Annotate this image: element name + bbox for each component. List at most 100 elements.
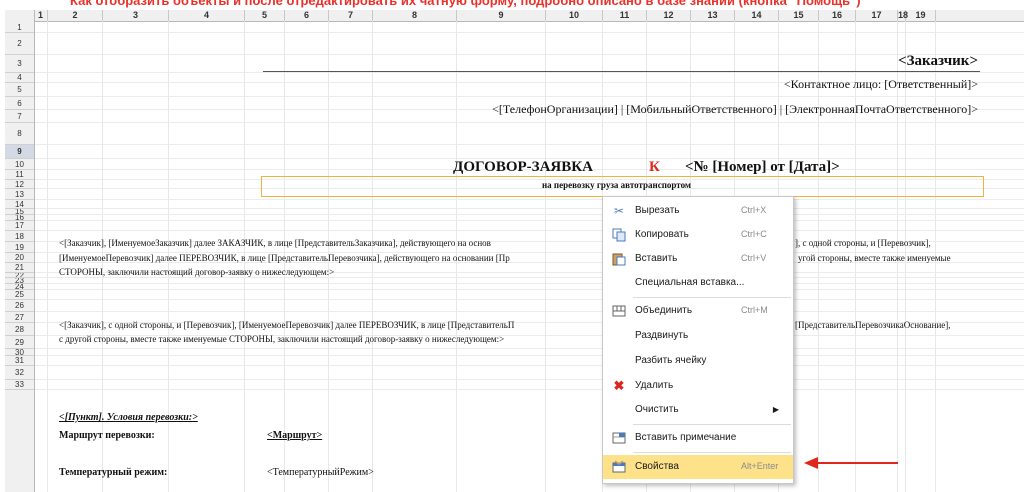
row-header[interactable]: 9 (5, 145, 34, 159)
menu-item-label: Свойства (635, 461, 679, 472)
para1-line2-left[interactable]: [ИменуемоеПеревозчик] далее ПЕРЕВОЗЧИК, … (59, 253, 510, 263)
para1-line2-right[interactable]: угой стороны, вместе также именуемые (798, 253, 951, 263)
row-header[interactable]: 25 (5, 290, 34, 300)
grid-row-line (34, 348, 1024, 349)
temp-value[interactable]: <ТемпературныйРежим> (267, 467, 374, 478)
merge-cells-icon (612, 304, 626, 318)
row-header[interactable]: 28 (5, 323, 34, 336)
route-label[interactable]: Маршрут перевозки: (59, 430, 155, 441)
menu-item-label: Удалить (635, 380, 674, 391)
temp-label[interactable]: Температурный режим: (59, 467, 167, 478)
row-header[interactable]: 13 (5, 189, 34, 200)
menu-item-insert-comment[interactable]: Вставить примечание (603, 426, 793, 450)
column-header[interactable]: 17 (856, 10, 898, 21)
para1-line1-right[interactable]: ], с одной стороны, и [Перевозчик], (795, 238, 931, 248)
row-header[interactable]: 8 (5, 123, 34, 145)
row-header[interactable]: 6 (5, 97, 34, 110)
header-underline (263, 71, 980, 72)
para1-line3[interactable]: СТОРОНЫ, заключили настоящий договор-зая… (59, 267, 334, 277)
row-header[interactable]: 20 (5, 253, 34, 263)
para2-line1-left[interactable]: <[Заказчик], с одной стороны, и [Перевоз… (59, 320, 514, 330)
menu-item-paste-special[interactable]: Специальная вставка... (603, 271, 793, 295)
column-header[interactable]: 10 (546, 10, 603, 21)
contract-number[interactable]: <№ [Номер] от [Дата]> (685, 159, 840, 176)
row-header[interactable]: 17 (5, 221, 34, 231)
para1-line1-left[interactable]: <[Заказчик], [ИменуемоеЗаказчик] далее З… (59, 238, 491, 248)
grid-row-line (34, 379, 1024, 380)
menu-item-split-cell[interactable]: Разбить ячейку (603, 349, 793, 373)
grid-column-line (545, 21, 546, 492)
column-header[interactable]: 9 (457, 10, 546, 21)
menu-item-clear[interactable]: Очистить ▶ (603, 398, 793, 422)
grid-row-line (34, 72, 1024, 73)
column-header[interactable]: 4 (169, 10, 245, 21)
column-header[interactable]: 13 (691, 10, 735, 21)
row-header[interactable]: 33 (5, 380, 34, 390)
para2-line1-right[interactable]: [ПредставительПеревозчикаОснование], (795, 320, 951, 330)
column-header[interactable]: 18 (898, 10, 908, 21)
banner-text: Как отобразить объекты и после отредакти… (70, 0, 861, 8)
menu-item-split-apart[interactable]: Раздвинуть (603, 324, 793, 348)
row-header[interactable]: 5 (5, 83, 34, 97)
row-header[interactable]: 7 (5, 110, 34, 123)
column-header[interactable]: 12 (647, 10, 691, 21)
row-header[interactable]: 31 (5, 356, 34, 366)
grid-row-line (34, 220, 1024, 221)
row-header[interactable]: 32 (5, 366, 34, 380)
route-value[interactable]: <Маршрут> (267, 430, 322, 441)
column-header[interactable]: 1 (34, 10, 48, 21)
menu-item-copy[interactable]: Копировать Ctrl+C (603, 223, 793, 247)
comment-icon (612, 431, 626, 445)
menu-item-label: Раздвинуть (635, 330, 689, 341)
row-header[interactable]: 1 (5, 22, 34, 33)
menu-item-paste[interactable]: Вставить Ctrl+V (603, 247, 793, 271)
grid-row-line (34, 230, 1024, 231)
row-header[interactable]: 30 (5, 349, 34, 356)
row-header[interactable]: 10 (5, 159, 34, 170)
menu-item-cut[interactable]: ✂ Вырезать Ctrl+X (603, 199, 793, 223)
spreadsheet[interactable]: 1 2 3 4 5 6 7 8 9 10 11 12 13 14 15 16 17 18 19 1234567891… (5, 10, 1024, 492)
row-header[interactable]: 29 (5, 336, 34, 349)
menu-item-properties[interactable]: Свойства Alt+Enter (603, 455, 793, 479)
row-header[interactable]: 11 (5, 170, 34, 180)
grid-row-line (34, 365, 1024, 366)
phones-line[interactable]: <[ТелефонОрганизации] | [МобильныйОтветс… (492, 102, 978, 117)
row-header[interactable]: 26 (5, 300, 34, 312)
column-header[interactable]: 6 (285, 10, 329, 21)
column-header[interactable]: 5 (245, 10, 285, 21)
column-header[interactable]: 16 (819, 10, 856, 21)
menu-item-merge[interactable]: Объединить Ctrl+M (603, 299, 793, 323)
section-title[interactable]: <[Пункт]. Условия перевозки:> (59, 412, 198, 423)
contact-person[interactable]: <Контактное лицо: [Ответственный]> (784, 77, 978, 92)
contract-subtitle[interactable]: на перевозку груза автотранспортом (542, 180, 691, 190)
row-header[interactable]: 14 (5, 200, 34, 209)
contract-title[interactable]: ДОГОВОР-ЗАЯВКА (453, 159, 593, 176)
column-header[interactable]: 8 (373, 10, 457, 21)
grid-column-line (47, 21, 48, 492)
context-menu: ✂ Вырезать Ctrl+X Копировать Ctrl+C Вста… (602, 196, 794, 484)
row-header[interactable]: 12 (5, 180, 34, 189)
row-header[interactable]: 4 (5, 73, 34, 83)
grid-row-line (34, 199, 1024, 200)
column-header[interactable]: 7 (329, 10, 373, 21)
column-header[interactable]: 11 (603, 10, 647, 21)
column-header[interactable]: 14 (735, 10, 779, 21)
column-header[interactable]: 2 (48, 10, 103, 21)
menu-item-shortcut: Ctrl+X (741, 205, 767, 215)
column-header-bar: 1 2 3 4 5 6 7 8 9 10 11 12 13 14 15 16 17 18 19 (5, 10, 1024, 22)
properties-icon (612, 460, 626, 474)
row-header[interactable]: 2 (5, 33, 34, 55)
customer-heading[interactable]: <Заказчик> (898, 53, 978, 70)
menu-item-delete[interactable]: ✖ Удалить (603, 374, 793, 398)
row-header[interactable]: 18 (5, 231, 34, 242)
row-header[interactable]: 19 (5, 242, 34, 253)
contract-k-mark[interactable]: К (649, 159, 660, 176)
row-header[interactable]: 21 (5, 263, 34, 273)
grid-row-line (34, 299, 1024, 300)
column-header[interactable]: 3 (103, 10, 169, 21)
row-header[interactable]: 3 (5, 55, 34, 73)
row-header[interactable]: 27 (5, 312, 34, 323)
column-header[interactable]: 15 (779, 10, 819, 21)
para2-line2[interactable]: с другой стороны, вместе также именуемые… (59, 334, 504, 344)
column-header[interactable]: 19 (906, 10, 936, 21)
